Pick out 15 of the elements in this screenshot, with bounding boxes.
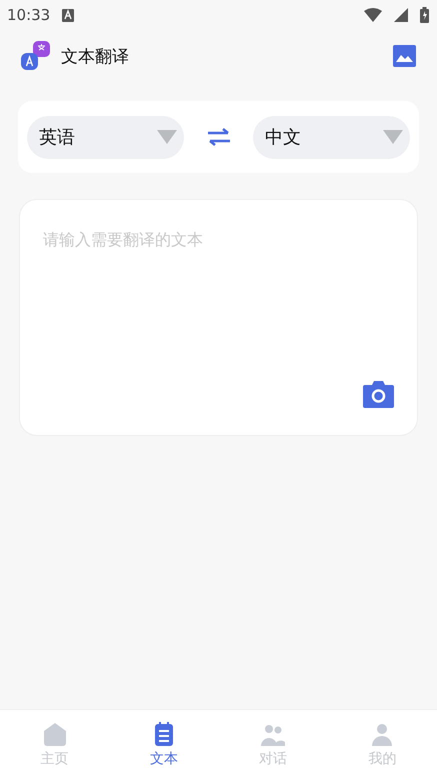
swap-languages-button[interactable] (206, 127, 232, 147)
status-time: 10:33 (7, 6, 50, 24)
signal-icon (394, 8, 408, 22)
app-logo-icon (21, 41, 51, 71)
home-icon (42, 721, 68, 747)
nav-tab[interactable]: 文本 (109, 710, 218, 778)
target-language-dropdown[interactable]: 中文 (253, 116, 410, 158)
wifi-icon (364, 8, 382, 22)
battery-icon (420, 7, 429, 23)
dropdown-triangle-icon (157, 130, 177, 144)
app-title: 文本翻译 (61, 46, 130, 68)
dropdown-triangle-icon (383, 130, 403, 144)
notification-icon (62, 8, 74, 22)
source-language-dropdown[interactable]: 英语 (27, 116, 184, 158)
image-icon[interactable] (393, 45, 416, 67)
